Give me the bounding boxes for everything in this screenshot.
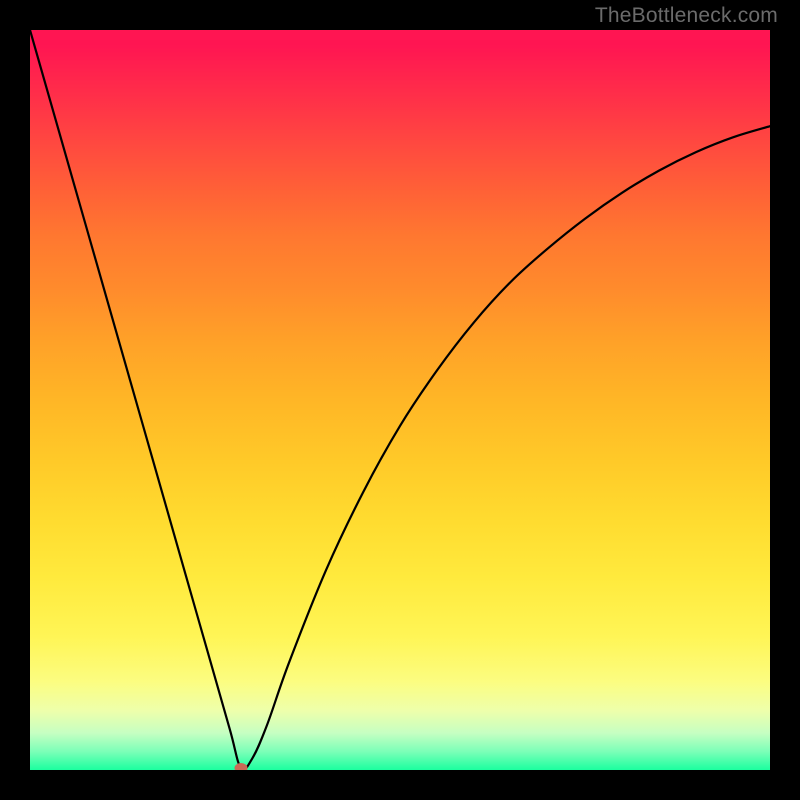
bottleneck-curve	[30, 30, 770, 770]
watermark-text: TheBottleneck.com	[595, 4, 778, 28]
minimum-marker	[234, 763, 247, 770]
plot-area	[30, 30, 770, 770]
